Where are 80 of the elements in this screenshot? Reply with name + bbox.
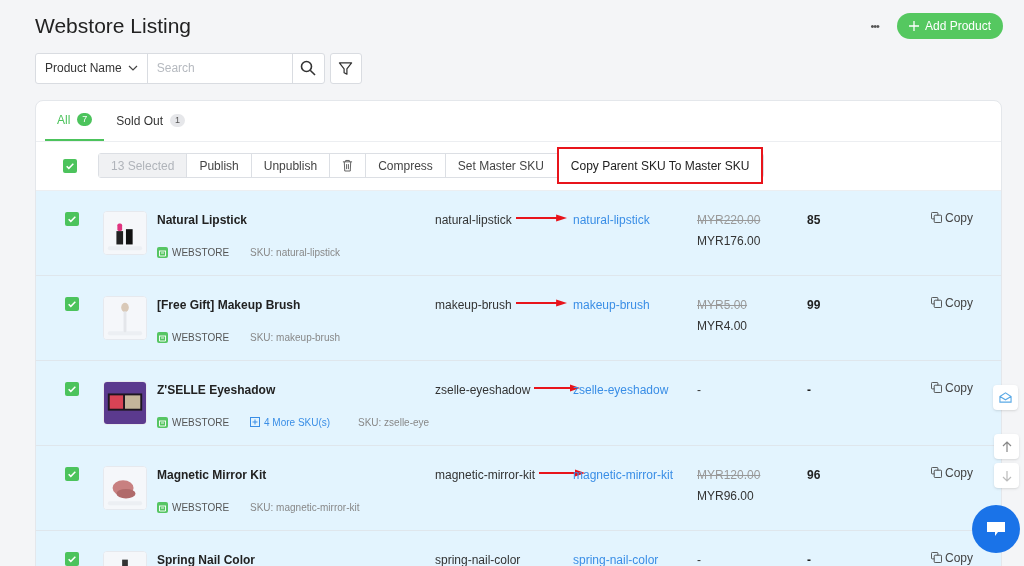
- stock-count: -: [807, 552, 811, 566]
- tab[interactable]: Sold Out 1: [104, 100, 198, 141]
- original-price: MYR5.00: [697, 296, 749, 314]
- checkbox[interactable]: [64, 211, 79, 226]
- stock-count: 85: [807, 212, 821, 227]
- price: -: [697, 551, 702, 566]
- copy-button[interactable]: Copy: [931, 465, 973, 480]
- price: MYR96.00: [697, 487, 755, 505]
- product-name[interactable]: Magnetic Mirror Kit: [157, 465, 435, 484]
- stock-count: -: [807, 382, 811, 397]
- parent-sku: makeup-brush: [435, 296, 512, 314]
- product-name[interactable]: Spring Nail Color: [157, 550, 435, 566]
- checkbox[interactable]: [63, 158, 77, 173]
- count-badge: 1: [170, 114, 186, 127]
- plus-square-icon: [250, 417, 260, 427]
- store-icon: [157, 246, 168, 258]
- search-field[interactable]: Search: [147, 53, 292, 83]
- channel-label: WEBSTORE: [172, 415, 230, 430]
- price: -: [697, 381, 702, 399]
- copy-button[interactable]: Copy: [931, 550, 973, 565]
- sku-text: SKU: zselle-eye: [358, 415, 430, 430]
- sku-text: SKU: natural-lipstick: [250, 245, 341, 260]
- copy-icon: [931, 212, 942, 223]
- plus-icon: [908, 20, 919, 31]
- toolbar-button[interactable]: Unpublish: [250, 154, 330, 177]
- toolbar-button[interactable]: Publish: [186, 154, 251, 177]
- copy-button[interactable]: Copy: [931, 380, 973, 395]
- trash-icon: [342, 159, 354, 172]
- parent-sku: spring-nail-color: [435, 551, 521, 566]
- scroll-up-button[interactable]: [994, 434, 1019, 459]
- product-name[interactable]: [Free Gift] Makeup Brush: [157, 295, 435, 314]
- toolbar-button[interactable]: Set Master SKU: [444, 154, 556, 177]
- filter-button[interactable]: [329, 52, 362, 84]
- original-price: MYR220.00: [697, 211, 762, 229]
- page-title: Webstore Listing: [35, 13, 192, 39]
- checkbox[interactable]: [64, 296, 79, 311]
- product-name[interactable]: Natural Lipstick: [157, 210, 435, 229]
- chat-icon: [986, 520, 1006, 538]
- price: MYR4.00: [697, 317, 749, 335]
- chat-button[interactable]: [972, 505, 1020, 553]
- channel-label: WEBSTORE: [172, 330, 230, 345]
- stock-count: 96: [807, 467, 821, 482]
- toolbar-button[interactable]: Copy Parent SKU To Master SKU: [556, 147, 764, 184]
- store-icon: [157, 501, 168, 513]
- parent-sku: zselle-eyeshadow: [435, 381, 531, 399]
- sku-text: SKU: magnetic-mirror-kit: [250, 500, 360, 515]
- channel-label: WEBSTORE: [172, 245, 230, 260]
- count-badge: 7: [77, 113, 93, 126]
- search-bar[interactable]: Product Name Search: [35, 52, 325, 84]
- scroll-down-button[interactable]: [994, 463, 1019, 488]
- parent-sku: magnetic-mirror-kit: [435, 466, 535, 484]
- stock-count: 99: [807, 297, 821, 312]
- checkbox[interactable]: [64, 551, 79, 566]
- checkbox[interactable]: [64, 466, 79, 481]
- arrow-down-icon: [1000, 469, 1013, 482]
- product-name[interactable]: Z'SELLE Eyeshadow: [157, 380, 435, 399]
- envelope-icon: [999, 391, 1012, 404]
- price: MYR176.00: [697, 232, 762, 250]
- copy-icon: [931, 297, 942, 308]
- sku-text: SKU: makeup-brush: [250, 330, 341, 345]
- store-icon: [157, 416, 168, 428]
- copy-button[interactable]: Copy: [931, 295, 973, 310]
- channel-label: WEBSTORE: [172, 500, 230, 515]
- arrow-up-icon: [1000, 440, 1013, 453]
- toolbar-button[interactable]: Compress: [365, 154, 445, 177]
- store-icon: [157, 331, 168, 343]
- field-dropdown[interactable]: Product Name: [36, 53, 148, 83]
- search-icon: [300, 60, 317, 76]
- copy-icon: [931, 467, 942, 478]
- parent-sku: natural-lipstick: [435, 211, 512, 229]
- chevron-down-icon: [127, 65, 138, 71]
- checkbox[interactable]: [64, 381, 79, 396]
- more-button[interactable]: •••: [870, 17, 879, 34]
- copy-icon: [931, 382, 942, 393]
- selected-count: 13 Selected: [99, 154, 187, 177]
- message-button[interactable]: [993, 385, 1018, 410]
- filter-icon: [338, 60, 354, 76]
- copy-icon: [931, 552, 942, 563]
- original-price: MYR120.00: [697, 466, 762, 484]
- copy-button[interactable]: Copy: [931, 210, 973, 225]
